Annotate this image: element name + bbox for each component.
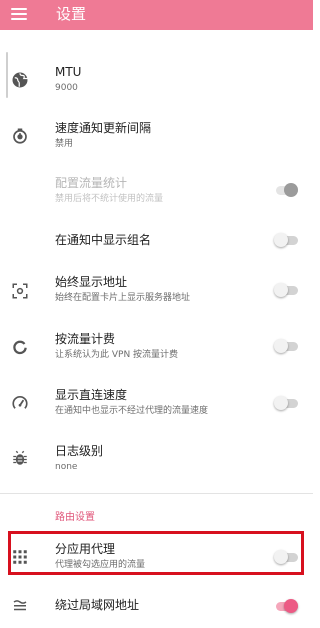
show-direct-speed-switch[interactable] xyxy=(274,394,298,412)
setting-summary: 9000 xyxy=(55,83,78,93)
scan-icon xyxy=(11,282,29,300)
timer-icon xyxy=(11,127,29,145)
setting-show-direct-speed[interactable]: 显示直连速度 在通知中也显示不经过代理的流量速度 xyxy=(0,385,313,425)
route-settings-category: 路由设置 xyxy=(55,512,95,523)
setting-title: 配置流量统计 xyxy=(55,176,128,190)
setting-title: 绕过局域网地址 xyxy=(55,598,140,612)
show-group-name-switch[interactable] xyxy=(274,231,298,249)
setting-always-show-address[interactable]: 始终显示地址 始终在配置卡片上显示服务器地址 xyxy=(0,272,313,312)
globe-icon xyxy=(11,71,29,89)
always-show-address-switch[interactable] xyxy=(274,281,298,299)
setting-summary: 禁用后将不统计使用的流量 xyxy=(55,194,164,204)
setting-summary: 让系统认为此 VPN 按流量计费 xyxy=(55,350,179,360)
page-title: 设置 xyxy=(56,5,87,23)
refresh-circle-icon xyxy=(11,338,29,356)
setting-title: 日志级别 xyxy=(55,444,104,458)
menu-icon[interactable] xyxy=(11,8,27,20)
setting-mtu[interactable]: MTU 9000 xyxy=(0,60,313,100)
bug-icon xyxy=(11,449,29,467)
speedometer-icon xyxy=(11,394,29,412)
lan-icon xyxy=(11,596,29,614)
highlight-box xyxy=(8,531,304,575)
setting-speed-notify-interval[interactable]: 速度通知更新间隔 禁用 xyxy=(0,115,313,155)
setting-log-level[interactable]: 日志级别 none xyxy=(0,440,313,480)
setting-summary: 禁用 xyxy=(55,139,74,149)
setting-traffic-stats: 配置流量统计 禁用后将不统计使用的流量 xyxy=(0,172,313,212)
traffic-stats-switch xyxy=(274,181,298,199)
setting-title: 速度通知更新间隔 xyxy=(55,121,152,135)
app-bar: 设置 xyxy=(0,0,313,30)
setting-summary: none xyxy=(55,462,78,472)
setting-title: 显示直连速度 xyxy=(55,388,128,402)
setting-show-group-name[interactable]: 在通知中显示组名 xyxy=(0,224,313,258)
setting-title: 在通知中显示组名 xyxy=(55,233,152,247)
bypass-lan-switch[interactable] xyxy=(274,597,298,615)
setting-summary: 在通知中也显示不经过代理的流量速度 xyxy=(55,406,209,416)
setting-summary: 始终在配置卡片上显示服务器地址 xyxy=(55,293,191,303)
setting-title: MTU xyxy=(55,65,82,79)
setting-title: 始终显示地址 xyxy=(55,275,128,289)
setting-bypass-lan[interactable]: 绕过局域网地址 xyxy=(0,590,313,622)
setting-title: 按流量计费 xyxy=(55,332,116,346)
setting-metered[interactable]: 按流量计费 让系统认为此 VPN 按流量计费 xyxy=(0,329,313,369)
metered-switch[interactable] xyxy=(274,337,298,355)
section-divider xyxy=(0,493,313,494)
